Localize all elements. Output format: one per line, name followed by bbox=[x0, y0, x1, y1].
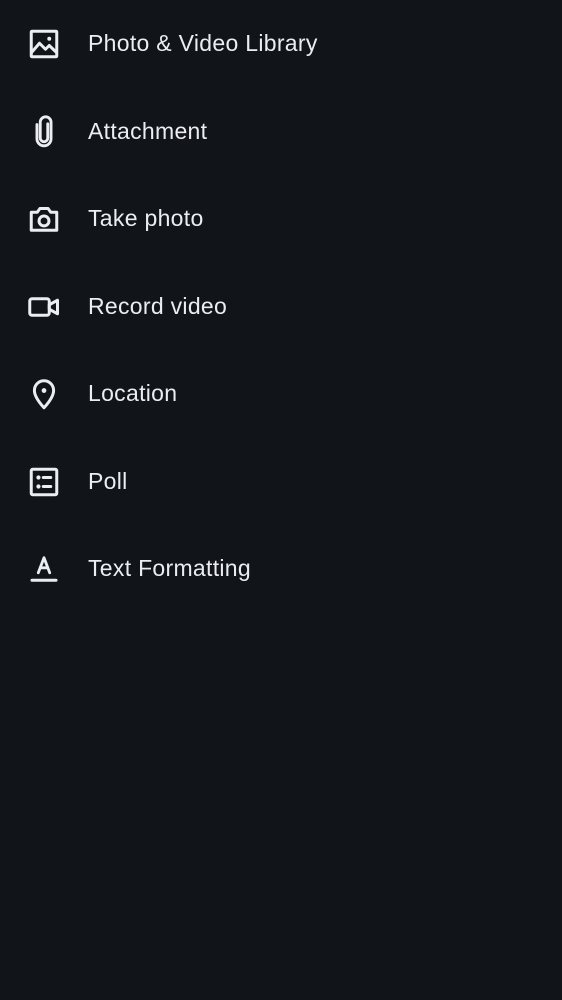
poll-icon bbox=[26, 464, 62, 500]
menu-item-photo-video-library[interactable]: Photo & Video Library bbox=[0, 0, 562, 87]
menu-item-label: Poll bbox=[88, 468, 128, 494]
menu-item-label: Attachment bbox=[88, 118, 208, 144]
photo-library-icon bbox=[26, 26, 62, 62]
menu-item-label: Take photo bbox=[88, 205, 204, 231]
menu-item-label: Record video bbox=[88, 293, 228, 319]
menu-item-poll[interactable]: Poll bbox=[0, 438, 562, 525]
camera-icon bbox=[26, 201, 62, 237]
menu-item-attachment[interactable]: Attachment bbox=[0, 88, 562, 175]
paperclip-icon bbox=[26, 114, 62, 150]
location-pin-icon bbox=[26, 376, 62, 412]
menu-item-record-video[interactable]: Record video bbox=[0, 263, 562, 350]
video-camera-icon bbox=[26, 289, 62, 325]
text-format-icon bbox=[26, 551, 62, 587]
menu-item-label: Location bbox=[88, 380, 178, 406]
menu-item-label: Text Formatting bbox=[88, 555, 251, 581]
menu-item-location[interactable]: Location bbox=[0, 350, 562, 437]
menu-item-take-photo[interactable]: Take photo bbox=[0, 175, 562, 262]
menu-item-label: Photo & Video Library bbox=[88, 30, 318, 56]
menu-item-text-formatting[interactable]: Text Formatting bbox=[0, 525, 562, 612]
